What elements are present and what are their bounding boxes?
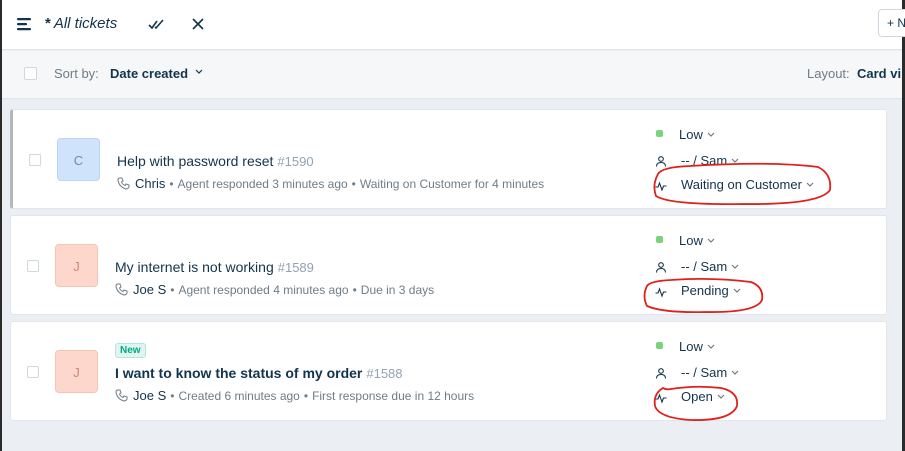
priority-dropdown[interactable]: Low	[679, 233, 715, 248]
separator: •	[170, 283, 175, 297]
due-text: First response due in 12 hours	[312, 389, 475, 403]
contact-name[interactable]: Joe S	[133, 282, 166, 297]
close-icon[interactable]	[191, 17, 205, 31]
priority-dot	[656, 236, 663, 243]
unsaved-marker: *	[45, 15, 51, 32]
layout-label: Layout:	[807, 66, 850, 81]
priority-dot	[656, 342, 663, 349]
separator: •	[303, 389, 309, 403]
ticket-subject: I want to know the status of my order	[115, 365, 363, 381]
activity-text: Agent responded 3 minutes ago	[177, 177, 348, 191]
sort-bar: Sort by: Date created Layout: Card vi	[2, 51, 902, 99]
chevron-down-icon	[806, 182, 814, 187]
assignee-dropdown[interactable]: -- / Sam	[681, 259, 739, 274]
ticket-number: #1589	[277, 260, 314, 275]
status-value: Pending	[681, 283, 729, 298]
phone-icon	[117, 177, 130, 190]
status-dropdown[interactable]: Open	[681, 389, 725, 404]
separator: •	[352, 283, 357, 297]
due-text: Due in 3 days	[360, 283, 435, 297]
activity-text: Agent responded 4 minutes ago	[178, 283, 349, 297]
assignee-value: -- / Sam	[681, 153, 728, 168]
layout-dropdown[interactable]: Card vi	[857, 66, 901, 81]
ticket-meta: Joe S • Created 6 minutes ago • First respon…	[115, 388, 474, 403]
ticket-subject-link[interactable]: My internet is not working #1589	[115, 259, 314, 275]
chevron-down-icon	[731, 158, 739, 163]
ticket-checkbox[interactable]	[29, 154, 41, 166]
select-all-checkbox[interactable]	[24, 67, 37, 80]
contact-name[interactable]: Chris	[135, 176, 165, 191]
person-icon	[655, 262, 667, 273]
menu-icon[interactable]	[16, 16, 32, 32]
person-icon	[655, 368, 667, 379]
due-text: Waiting on Customer for 4 minutes	[359, 177, 545, 191]
chevron-down-icon	[717, 394, 725, 399]
ticket-number: #1590	[277, 154, 314, 169]
ticket-subject-link[interactable]: I want to know the status of my order #15…	[115, 365, 403, 381]
priority-dot	[656, 130, 663, 137]
assignee-dropdown[interactable]: -- / Sam	[681, 153, 739, 168]
priority-value: Low	[679, 127, 703, 142]
pulse-icon	[655, 287, 667, 298]
ticket-meta: Joe S • Agent responded 4 minutes ago • Due …	[115, 282, 434, 297]
ticket-subject: My internet is not working	[115, 259, 274, 275]
chevron-down-icon	[707, 344, 715, 349]
chevron-down-icon	[707, 238, 715, 243]
contact-name[interactable]: Joe S	[133, 388, 166, 403]
sort-label: Sort by:	[54, 66, 99, 81]
activity-text: Created 6 minutes ago	[178, 389, 300, 403]
avatar: J	[55, 244, 98, 287]
avatar: J	[55, 350, 98, 393]
chevron-down-icon	[731, 370, 739, 375]
status-dropdown[interactable]: Waiting on Customer	[681, 177, 814, 192]
new-badge: New	[115, 343, 146, 358]
ticket-subject-link[interactable]: Help with password reset #1590	[117, 153, 314, 169]
assignee-dropdown[interactable]: -- / Sam	[681, 365, 739, 380]
separator: •	[351, 177, 356, 191]
separator: •	[169, 177, 174, 191]
ticket-checkbox[interactable]	[27, 366, 39, 378]
view-header: * All tickets + N	[2, 0, 905, 50]
person-icon	[655, 156, 667, 167]
ticket-subject: Help with password reset	[117, 153, 274, 169]
status-value: Open	[681, 389, 713, 404]
separator: •	[170, 389, 175, 403]
ticket-number: #1588	[366, 366, 403, 381]
view-title-text: All tickets	[53, 15, 118, 32]
priority-value: Low	[679, 233, 703, 248]
chevron-down-icon[interactable]	[195, 69, 203, 75]
ticket-meta: Chris • Agent responded 3 minutes ago • Wait…	[117, 176, 544, 191]
new-ticket-button[interactable]: + N	[878, 9, 905, 37]
view-title[interactable]: * All tickets	[45, 15, 117, 32]
priority-value: Low	[679, 339, 703, 354]
ticket-checkbox[interactable]	[27, 260, 39, 272]
chevron-down-icon	[733, 288, 741, 293]
assignee-value: -- / Sam	[681, 259, 728, 274]
avatar: C	[57, 138, 100, 181]
chevron-down-icon	[707, 132, 715, 137]
status-dropdown[interactable]: Pending	[681, 283, 741, 298]
ticket-card[interactable]: J New I want to know the status of my or…	[10, 321, 887, 421]
phone-icon	[115, 389, 128, 402]
double-check-icon[interactable]	[148, 16, 166, 32]
pulse-icon	[655, 393, 667, 404]
priority-dropdown[interactable]: Low	[679, 127, 715, 142]
assignee-value: -- / Sam	[681, 365, 728, 380]
phone-icon	[115, 283, 128, 296]
pulse-icon	[655, 181, 667, 192]
status-value: Waiting on Customer	[681, 177, 802, 192]
priority-dropdown[interactable]: Low	[679, 339, 715, 354]
ticket-card[interactable]: C Help with password reset #1590 Chris • Ag…	[10, 109, 887, 209]
sort-dropdown[interactable]: Date created	[110, 66, 188, 81]
ticket-card[interactable]: J My internet is not working #1589 Joe S •…	[10, 215, 887, 315]
chevron-down-icon	[731, 264, 739, 269]
